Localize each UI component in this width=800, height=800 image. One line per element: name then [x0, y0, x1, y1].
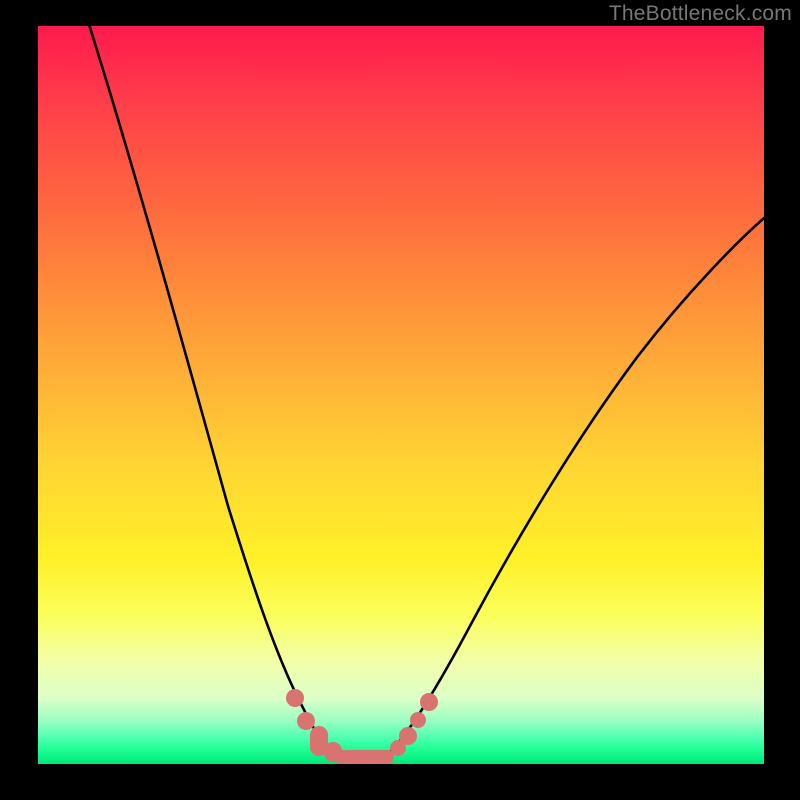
data-marker — [410, 712, 426, 728]
data-marker — [399, 727, 417, 745]
bottleneck-curve — [38, 26, 764, 764]
marker-group — [286, 689, 438, 764]
data-marker — [297, 712, 315, 730]
data-marker — [286, 689, 304, 707]
data-marker-run — [334, 750, 394, 764]
watermark-text: TheBottleneck.com — [609, 2, 792, 26]
data-marker — [420, 693, 438, 711]
chart-frame: TheBottleneck.com — [0, 0, 800, 800]
curve-left-branch — [80, 26, 330, 752]
curve-right-branch — [390, 218, 764, 752]
plot-area — [38, 26, 764, 764]
